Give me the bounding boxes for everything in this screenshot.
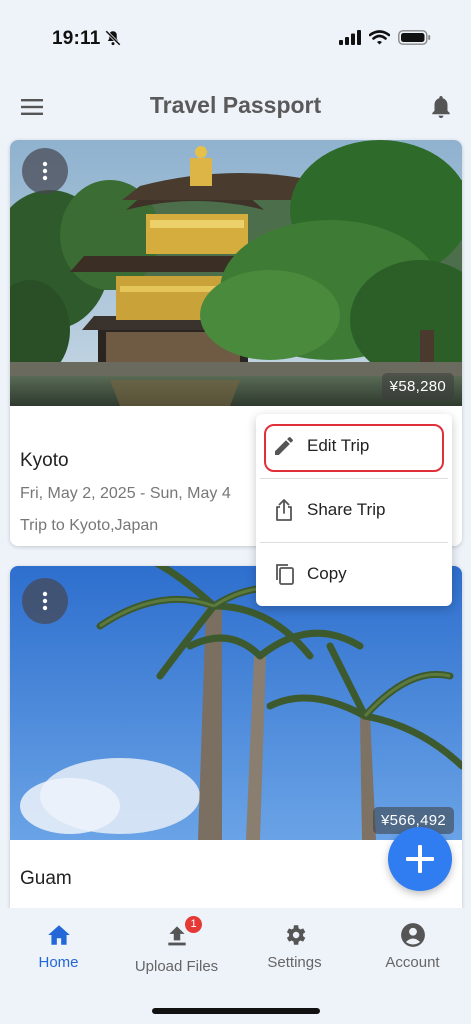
nav-upload-label: Upload Files — [134, 958, 219, 975]
trip-image-guam: ¥566,492 — [10, 566, 462, 840]
trip-options-button[interactable] — [22, 578, 68, 624]
trip-options-button[interactable] — [22, 148, 68, 194]
upload-badge: 1 — [185, 916, 202, 933]
trip-dates: Fri, May 2, 2025 - Sun, May 4 — [20, 485, 231, 502]
trip-options-menu: Edit Trip Share Trip Copy — [256, 414, 452, 606]
nav-home-label: Home — [38, 954, 79, 971]
edit-trip-label: Edit Trip — [307, 436, 370, 455]
pencil-icon — [275, 436, 293, 455]
bottom-navigation: Home 1 Upload Files Settings Account — [0, 908, 471, 1024]
home-icon — [47, 925, 70, 945]
status-bar: 19:11 — [0, 0, 471, 78]
app-title: Travel Passport — [149, 92, 322, 118]
trip-title: Kyoto — [20, 450, 69, 471]
more-vert-icon — [42, 591, 48, 611]
bell-off-icon — [105, 30, 121, 46]
trip-image-kyoto: ¥58,280 — [10, 140, 462, 406]
nav-home[interactable]: Home — [0, 908, 117, 988]
copy-trip-menu-item[interactable]: Copy — [256, 542, 452, 606]
nav-account-label: Account — [385, 954, 440, 971]
plus-icon — [406, 845, 434, 873]
cellular-signal-icon — [339, 30, 361, 45]
palm-trees-illustration — [10, 566, 462, 840]
gear-icon — [286, 925, 305, 945]
more-vert-icon — [42, 161, 48, 181]
home-indicator — [152, 1008, 320, 1014]
add-trip-button[interactable] — [388, 827, 452, 891]
kinkakuji-temple-illustration — [10, 140, 462, 406]
copy-icon — [276, 564, 294, 585]
status-time: 19:11 — [52, 28, 101, 49]
account-icon — [400, 923, 425, 947]
trip-description: Trip to Kyoto,Japan — [20, 517, 159, 534]
wifi-icon — [369, 30, 390, 45]
trip-title: Guam — [20, 868, 72, 889]
nav-upload-files[interactable]: 1 Upload Files — [118, 908, 235, 988]
app-bar: Travel Passport — [0, 78, 471, 136]
edit-trip-menu-item[interactable]: Edit Trip — [256, 414, 452, 478]
battery-icon — [398, 30, 431, 45]
copy-trip-label: Copy — [307, 564, 347, 583]
nav-settings-label: Settings — [267, 954, 322, 971]
nav-account[interactable]: Account — [354, 908, 471, 988]
trip-price: ¥58,280 — [381, 373, 454, 400]
share-trip-label: Share Trip — [307, 500, 386, 519]
nav-settings[interactable]: Settings — [236, 908, 353, 988]
share-icon — [276, 499, 292, 521]
status-icons — [339, 30, 431, 45]
share-trip-menu-item[interactable]: Share Trip — [256, 478, 452, 542]
notification-bell-icon[interactable] — [429, 94, 453, 120]
